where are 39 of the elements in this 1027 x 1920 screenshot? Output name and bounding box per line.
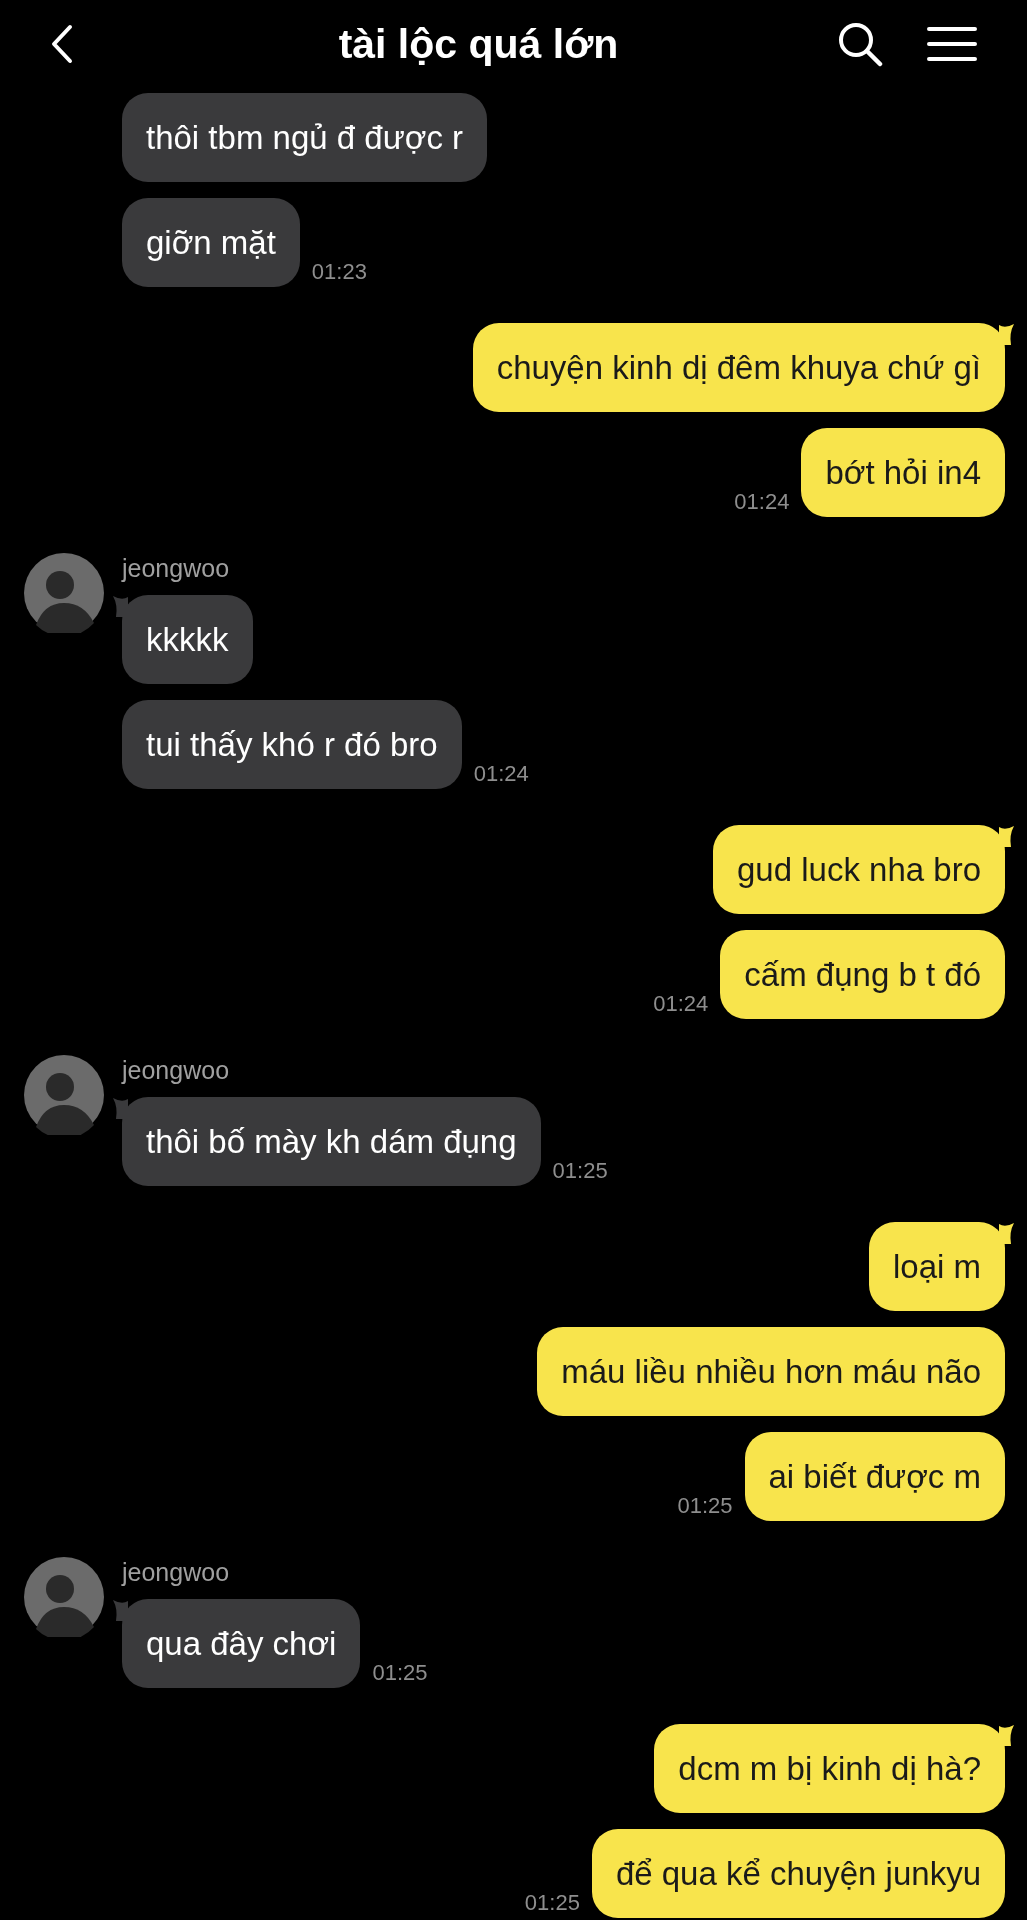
message-bubble: bớt hỏi in4 bbox=[801, 428, 1005, 517]
message-bubble: tui thấy khó r đó bro bbox=[122, 700, 462, 789]
menu-icon[interactable] bbox=[927, 24, 977, 64]
avatar[interactable] bbox=[24, 1557, 104, 1637]
message-time: 01:25 bbox=[524, 1892, 580, 1914]
message-bubble: thôi tbm ngủ đ được r bbox=[122, 93, 488, 182]
message-bubble: gud luck nha bro bbox=[713, 825, 1005, 914]
message-bubble: qua đây chơi bbox=[122, 1599, 361, 1688]
bubble-tail-icon bbox=[999, 323, 1015, 345]
bubble-tail-icon bbox=[999, 1724, 1015, 1746]
avatar[interactable] bbox=[24, 1055, 104, 1135]
message-time: 01:25 bbox=[552, 1160, 608, 1182]
sender-name: jeongwoo bbox=[122, 555, 230, 581]
message-bubble: máu liều nhiều hơn máu não bbox=[537, 1327, 1005, 1416]
chat-title: tài lộc quá lớn bbox=[337, 23, 620, 65]
message-bubble: thôi bố mày kh dám đụng bbox=[122, 1097, 541, 1186]
message-bubble: để qua kể chuyện junkyu bbox=[591, 1829, 1005, 1918]
message-bubble: chuyện kinh dị đêm khuya chứ gì bbox=[472, 323, 1005, 412]
bubble-tail-icon bbox=[112, 1599, 128, 1621]
bubble-tail-icon bbox=[999, 825, 1015, 847]
message-time: 01:24 bbox=[653, 993, 709, 1015]
message-time: 01:25 bbox=[677, 1495, 733, 1517]
avatar[interactable] bbox=[24, 553, 104, 633]
message-bubble: loại m bbox=[868, 1222, 1005, 1311]
message-time: 01:24 bbox=[734, 491, 790, 513]
bubble-tail-icon bbox=[999, 1222, 1015, 1244]
message-time: 01:24 bbox=[473, 763, 529, 785]
message-bubble: dcm m bị kinh dị hà? bbox=[654, 1724, 1005, 1813]
message-bubble: giỡn mặt bbox=[122, 198, 300, 287]
message-bubble: ai biết được m bbox=[744, 1432, 1005, 1521]
bubble-tail-icon bbox=[112, 1097, 128, 1119]
search-icon[interactable] bbox=[837, 21, 883, 67]
message-time: 01:23 bbox=[311, 261, 367, 283]
message-time: 01:25 bbox=[372, 1662, 428, 1684]
message-bubble: cấm đụng b t đó bbox=[720, 930, 1005, 1019]
sender-name: jeongwoo bbox=[122, 1559, 230, 1585]
sender-name: jeongwoo bbox=[122, 1057, 230, 1083]
message-bubble: kkkkk bbox=[122, 595, 253, 684]
bubble-tail-icon bbox=[112, 595, 128, 617]
